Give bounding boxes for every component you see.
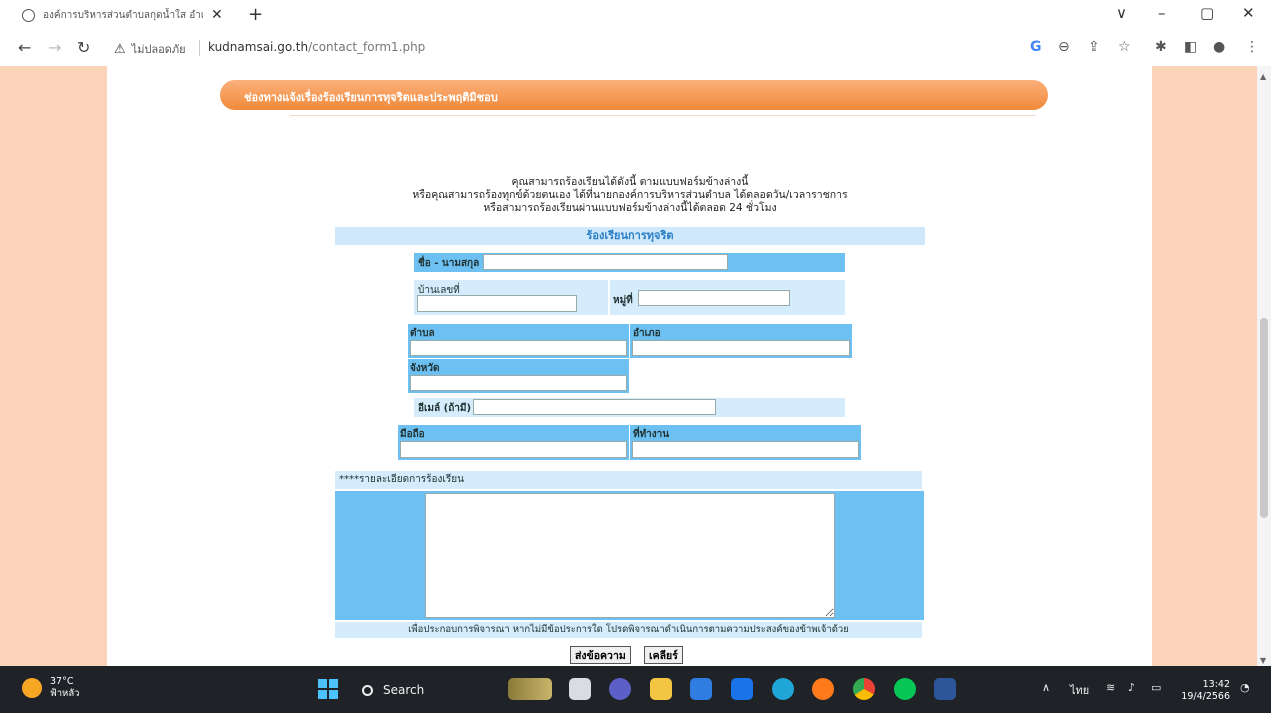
name-label: ชื่อ - นามสกุล (418, 258, 480, 269)
tab-close-button[interactable]: ✕ (211, 7, 223, 23)
address-bar: ← → ↻ ⚠ ไม่ปลอดภัย kudnamsai.go.th/conta… (0, 30, 1271, 66)
teams-icon[interactable] (609, 678, 631, 700)
tray-chevron-icon[interactable]: ∧ (1042, 681, 1050, 694)
zoom-icon[interactable]: ⊖ (1058, 39, 1070, 55)
weather-desc: ฟ้าหลัว (50, 688, 80, 699)
notification-icon[interactable]: ◔ (1240, 681, 1250, 694)
name-input[interactable] (483, 254, 728, 270)
battery-icon[interactable]: ▭ (1151, 681, 1161, 694)
menu-icon[interactable]: ⋮ (1245, 39, 1259, 55)
work-label: ที่ทำงาน (633, 429, 670, 440)
taskbar-clock[interactable]: 13:42 19/4/2566 (1180, 679, 1230, 703)
side-panel-icon[interactable]: ◧ (1184, 39, 1197, 55)
page-viewport: ▲ ▼ ช่องทางแจ้งเรื่องร้องเรียนการทุจริตแ… (0, 66, 1271, 666)
line-icon[interactable] (894, 678, 916, 700)
forward-icon[interactable]: → (48, 38, 61, 57)
tab-title: องค์การบริหารส่วนตำบลกุดน้ำใส อำเภ (43, 9, 203, 21)
minimize-button[interactable]: – (1158, 4, 1166, 22)
browser-tabbar: องค์การบริหารส่วนตำบลกุดน้ำใส อำเภ ✕ + ∨… (0, 0, 1271, 30)
wifi-icon[interactable]: ≋ (1106, 681, 1115, 694)
intro-text: คุณสามารถร้องเรียนได้ดังนี้ ตามแบบฟอร์มข… (330, 176, 930, 215)
windows-taskbar: 37°C ฟ้าหลัว Search ∧ ไทย ≋ ♪ ▭ 13:42 19… (0, 666, 1271, 713)
chrome-icon[interactable] (853, 678, 875, 700)
security-indicator[interactable]: ⚠ ไม่ปลอดภัย (114, 40, 186, 58)
store-icon[interactable] (690, 678, 712, 700)
intro-line: หรือคุณสามารถร้องทุกข์ด้วยตนเอง ได้ที่นา… (412, 189, 848, 201)
new-tab-button[interactable]: + (248, 4, 263, 25)
work-input[interactable] (632, 441, 859, 458)
province-input[interactable] (410, 375, 627, 391)
language-indicator[interactable]: ไทย (1070, 681, 1089, 699)
google-icon[interactable]: G (1030, 39, 1042, 55)
detail-label: ****รายละเอียดการร้องเรียน (335, 471, 922, 489)
weather-text: 37°C ฟ้าหลัว (50, 676, 79, 700)
subdistrict-label: ตำบล (410, 328, 435, 339)
url-host: kudnamsai.go.th (208, 40, 309, 54)
maximize-button[interactable]: ▢ (1200, 4, 1214, 22)
district-label: อำเภอ (633, 328, 661, 339)
back-icon[interactable]: ← (18, 38, 31, 57)
search-icon (362, 684, 373, 696)
url-path: /contact_form1.php (308, 40, 426, 54)
firefox-icon[interactable] (812, 678, 834, 700)
banner-divider (290, 115, 1036, 116)
left-side-panel (0, 66, 107, 666)
submit-button[interactable]: ส่งข้อความ (570, 646, 631, 664)
edge-icon[interactable] (772, 678, 794, 700)
house-no-input[interactable] (417, 295, 577, 312)
form-section-title: ร้องเรียนการทุจริต (335, 227, 925, 245)
page-scrollbar[interactable]: ▲ ▼ (1257, 66, 1271, 666)
email-input[interactable] (473, 399, 716, 415)
subdistrict-input[interactable] (410, 340, 627, 356)
reload-icon[interactable]: ↻ (77, 38, 90, 57)
district-input[interactable] (632, 340, 850, 356)
clock-time: 13:42 (1202, 679, 1230, 690)
tab-search-dropdown-icon[interactable]: ∨ (1116, 4, 1127, 22)
form-note: เพื่อประกอบการพิจารณา หากไม่มีข้อประการใ… (335, 622, 922, 638)
share-icon[interactable]: ⇪ (1088, 39, 1100, 55)
profile-icon[interactable]: ● (1213, 39, 1225, 55)
security-label: ไม่ปลอดภัย (131, 43, 186, 56)
moo-input[interactable] (638, 290, 790, 306)
intro-line: คุณสามารถร้องเรียนได้ดังนี้ ตามแบบฟอร์มข… (511, 176, 749, 188)
extensions-icon[interactable]: ✱ (1155, 39, 1167, 55)
banner-title: ช่องทางแจ้งเรื่องร้องเรียนการทุจริตและปร… (244, 91, 498, 104)
address-row-divider (608, 280, 610, 315)
email-label: อีเมล์ (ถ้ามี) (418, 403, 472, 414)
scroll-up-icon[interactable]: ▲ (1260, 72, 1266, 81)
province-label: จังหวัด (410, 363, 440, 374)
mail-icon[interactable] (731, 678, 753, 700)
search-label: Search (383, 683, 425, 697)
scroll-down-icon[interactable]: ▼ (1260, 656, 1266, 665)
file-explorer-icon[interactable] (650, 678, 672, 700)
windows-start-icon[interactable] (318, 679, 338, 699)
moo-label: หมู่ที่ (613, 295, 633, 306)
temple-widget-icon[interactable] (508, 678, 552, 700)
weather-temp: 37°C (50, 676, 74, 687)
url-field[interactable]: kudnamsai.go.th/contact_form1.php (208, 40, 425, 54)
volume-icon[interactable]: ♪ (1128, 681, 1135, 694)
intro-line: หรือสามารถร้องเรียนผ่านแบบฟอร์มข้างล่างน… (483, 202, 777, 214)
task-view-icon[interactable] (569, 678, 591, 700)
taskbar-search[interactable]: Search (356, 677, 488, 703)
weather-widget[interactable]: 37°C ฟ้าหลัว (22, 676, 79, 700)
right-side-panel (1152, 66, 1257, 666)
close-window-button[interactable]: ✕ (1242, 4, 1255, 22)
bookmark-star-icon[interactable]: ☆ (1118, 39, 1131, 55)
detail-textarea[interactable] (425, 493, 835, 618)
sun-icon (22, 678, 42, 698)
globe-icon (22, 8, 35, 22)
mobile-label: มือถือ (400, 429, 425, 440)
browser-tab[interactable]: องค์การบริหารส่วนตำบลกุดน้ำใส อำเภ ✕ (22, 4, 232, 26)
word-icon[interactable] (934, 678, 956, 700)
clock-date: 19/4/2566 (1181, 691, 1230, 702)
page-banner: ช่องทางแจ้งเรื่องร้องเรียนการทุจริตและปร… (220, 80, 1048, 110)
divider (199, 40, 200, 56)
mobile-input[interactable] (400, 441, 627, 458)
warning-icon: ⚠ (114, 41, 126, 57)
clear-button[interactable]: เคลียร์ (644, 646, 683, 664)
scrollbar-thumb[interactable] (1260, 318, 1268, 518)
